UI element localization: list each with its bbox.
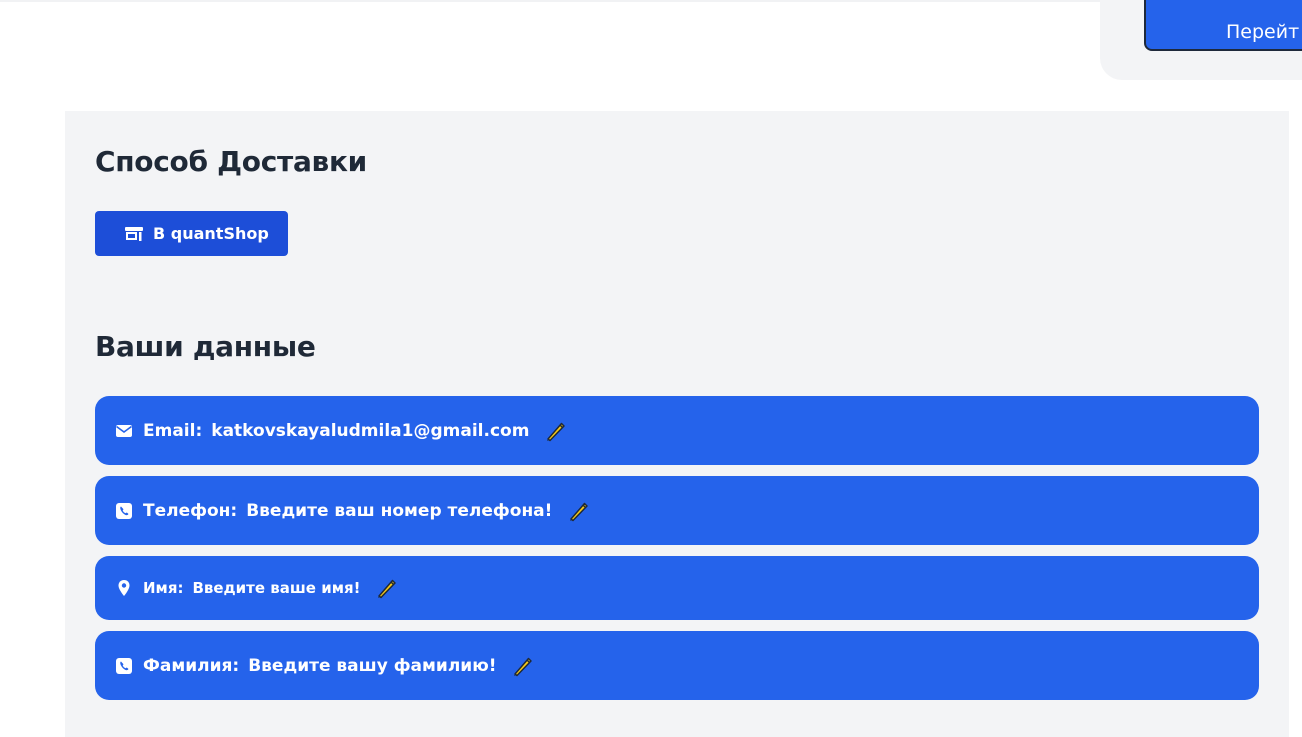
email-value: katkovskayaludmila1@gmail.com — [211, 420, 530, 441]
pencil-icon[interactable] — [374, 576, 398, 600]
pencil-icon[interactable] — [543, 419, 567, 443]
phone-value: Введите ваш номер телефона! — [246, 500, 553, 521]
delivery-method-title: Способ Доставки — [95, 145, 368, 178]
email-label: Email: — [143, 420, 203, 441]
map-pin-icon — [115, 579, 133, 597]
store-icon — [125, 226, 143, 241]
surname-label: Фамилия: — [143, 655, 240, 676]
pickup-quantshop-button[interactable]: В quantShop — [95, 211, 288, 256]
phone-row[interactable]: Телефон: Введите ваш номер телефона! — [95, 476, 1259, 545]
your-data-title: Ваши данные — [95, 330, 316, 363]
go-button[interactable]: Перейт — [1144, 0, 1302, 51]
email-row[interactable]: Email: katkovskayaludmila1@gmail.com — [95, 396, 1259, 465]
name-row[interactable]: Имя: Введите ваше имя! — [95, 556, 1259, 620]
phone-label: Телефон: — [143, 500, 238, 521]
pencil-icon[interactable] — [566, 499, 590, 523]
name-label: Имя: — [143, 579, 184, 597]
surname-row[interactable]: Фамилия: Введите вашу фамилию! — [95, 631, 1259, 700]
phone-square-icon — [115, 657, 133, 675]
pencil-icon[interactable] — [510, 654, 534, 678]
phone-square-icon — [115, 502, 133, 520]
checkout-panel: Способ Доставки В quantShop Ваши данные … — [65, 111, 1289, 737]
name-value: Введите ваше имя! — [192, 579, 361, 597]
pickup-option-label: В quantShop — [153, 224, 269, 243]
surname-value: Введите вашу фамилию! — [248, 655, 497, 676]
envelope-icon — [115, 422, 133, 440]
